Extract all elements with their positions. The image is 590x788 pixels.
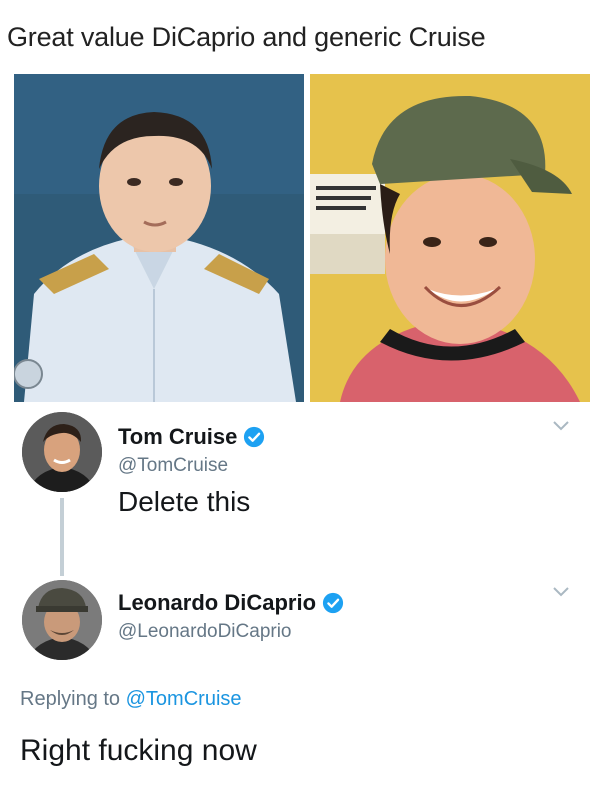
- tweet2-author-name[interactable]: Leonardo DiCaprio: [118, 590, 316, 616]
- leonardo-dicaprio-avatar[interactable]: [22, 580, 102, 660]
- tweet1-name-row: Tom Cruise: [118, 424, 265, 450]
- tom-cruise-avatar[interactable]: [22, 412, 102, 492]
- tweet2-name-row: Leonardo DiCaprio: [118, 590, 344, 616]
- tweet2-chevron-down-icon[interactable]: [552, 586, 570, 598]
- tweet1-text: Delete this: [118, 486, 251, 517]
- lookalike-dicaprio-photo: [14, 74, 304, 402]
- tweet1-author-name[interactable]: Tom Cruise: [118, 424, 237, 450]
- verified-badge-icon: [322, 592, 344, 614]
- replying-to-mention-link[interactable]: @TomCruise: [126, 688, 242, 710]
- tweet2-text: Right fucking now: [20, 734, 257, 767]
- meme-caption: Great value DiCaprio and generic Cruise: [7, 22, 486, 52]
- photo-pair: [14, 74, 590, 402]
- tweet2-author-handle[interactable]: @LeonardoDiCaprio: [118, 621, 292, 643]
- tweet1-chevron-down-icon[interactable]: [552, 420, 570, 432]
- replying-to-line: Replying to @TomCruise: [20, 688, 242, 711]
- tweet1-author-handle[interactable]: @TomCruise: [118, 455, 228, 477]
- replying-to-label: Replying to: [20, 688, 121, 710]
- thread-connector-line: [60, 498, 64, 576]
- lookalike-cruise-photo: [310, 74, 590, 402]
- verified-badge-icon: [244, 426, 265, 448]
